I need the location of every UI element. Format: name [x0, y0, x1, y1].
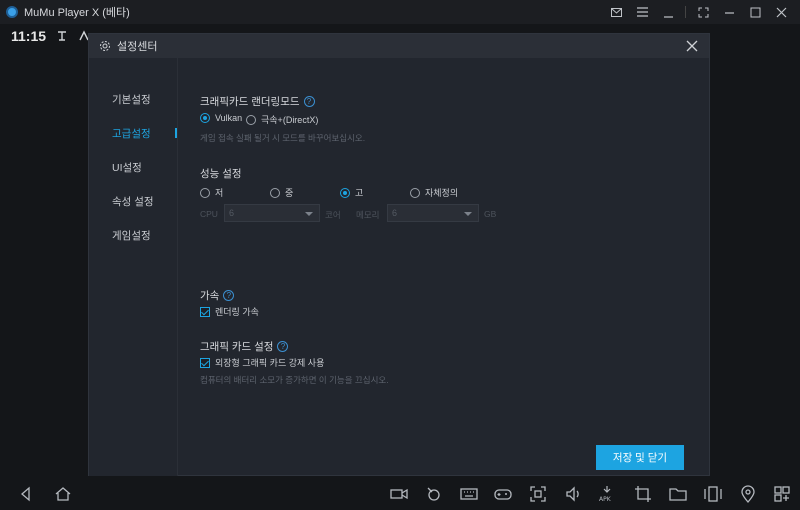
- accel-section: 가속 ?: [200, 288, 235, 303]
- sidebar-item-basic[interactable]: 기본설정: [112, 92, 151, 107]
- cpu-select-value: 6: [229, 208, 235, 218]
- mail-icon[interactable]: [603, 0, 629, 24]
- checkbox-box: [200, 357, 210, 368]
- radio-label: 자체정의: [425, 188, 459, 198]
- sidebar-item-game[interactable]: 게임설정: [112, 228, 151, 243]
- accel-title: 가속: [200, 290, 220, 302]
- dialog-close-icon[interactable]: [685, 39, 699, 53]
- cpu-select[interactable]: 6: [224, 204, 320, 222]
- settings-content: 크래픽카드 랜더링모드 ? Vulkan 극속+(DirectX) 게임 접속 …: [177, 58, 709, 476]
- app-logo-icon: [6, 6, 18, 18]
- expand-icon[interactable]: [690, 0, 716, 24]
- radio-dot: [200, 113, 210, 123]
- radio-vulkan[interactable]: Vulkan: [200, 113, 242, 123]
- radio-label: Vulkan: [215, 113, 243, 123]
- gamepad-icon[interactable]: [494, 485, 512, 503]
- more-icon[interactable]: [773, 485, 791, 503]
- maximize-icon[interactable]: [742, 0, 768, 24]
- status-clock: 11:15: [11, 28, 47, 44]
- crop-icon[interactable]: [634, 485, 652, 503]
- radio-dot: [410, 187, 420, 198]
- sidebar-item-properties[interactable]: 속성 설정: [112, 194, 154, 209]
- performance-section-title: 성능 설정: [200, 166, 242, 181]
- title-bar-controls: [603, 0, 794, 24]
- app-title: MuMu Player X (베타): [24, 7, 130, 19]
- close-icon[interactable]: [768, 0, 794, 24]
- apk-icon[interactable]: APK: [598, 485, 616, 503]
- graphics-section: 그래픽 카드 설정 ?: [200, 339, 289, 354]
- record-icon[interactable]: [390, 485, 408, 503]
- home-icon[interactable]: [54, 485, 72, 503]
- help-icon[interactable]: ?: [303, 96, 315, 107]
- radio-perf-custom[interactable]: 자체정의: [410, 186, 458, 199]
- external-gpu-checkbox[interactable]: 외장형 그래픽 카드 강제 사용: [200, 356, 324, 369]
- radio-directx[interactable]: 극속+(DirectX): [246, 113, 318, 126]
- location-icon[interactable]: [739, 485, 757, 503]
- checkbox-label: 외장형 그래픽 카드 강제 사용: [215, 358, 325, 368]
- radio-perf-high[interactable]: 고: [340, 186, 363, 199]
- back-icon[interactable]: [17, 485, 35, 503]
- notification-icon: [56, 30, 68, 42]
- settings-dialog: 설정센터 기본설정 고급설정 UI설정 속성 설정 게임설정 크래픽카드 랜더링…: [88, 33, 710, 476]
- screenshot-icon[interactable]: [529, 485, 547, 503]
- radio-label: 중: [285, 188, 294, 198]
- render-accel-checkbox[interactable]: 렌더링 가속: [200, 305, 259, 318]
- chevron-down-icon: [464, 212, 472, 216]
- bottom-toolbar: APK: [0, 478, 800, 510]
- radio-perf-medium[interactable]: 중: [270, 186, 293, 199]
- controller-icon[interactable]: [425, 485, 443, 503]
- radio-label: 극속+(DirectX): [261, 115, 319, 125]
- radio-label: 고: [355, 188, 364, 198]
- cpu-label: CPU: [200, 209, 218, 219]
- radio-dot: [270, 187, 280, 198]
- title-bar: MuMu Player X (베타): [0, 0, 800, 24]
- minimize-icon[interactable]: [655, 0, 681, 24]
- memory-select-value: 6: [392, 208, 398, 218]
- graphics-title: 그래픽 카드 설정: [200, 341, 274, 353]
- sidebar-item-ui[interactable]: UI설정: [112, 160, 142, 175]
- memory-select[interactable]: 6: [387, 204, 479, 222]
- volume-icon[interactable]: [564, 485, 582, 503]
- render-mode-section: 크래픽카드 랜더링모드 ?: [200, 94, 315, 109]
- minimize-window-icon[interactable]: [716, 0, 742, 24]
- svg-text:APK: APK: [599, 496, 612, 503]
- radio-dot: [200, 187, 210, 198]
- dialog-header: 설정센터: [89, 34, 709, 58]
- title-bar-divider: [685, 6, 686, 18]
- render-mode-hint: 게임 접속 실패 될거 시 모드를 바꾸어보십시오.: [200, 133, 366, 143]
- cpu-unit: 코어: [325, 210, 341, 220]
- help-icon[interactable]: ?: [277, 341, 289, 352]
- radio-perf-low[interactable]: 저: [200, 186, 223, 199]
- settings-icon[interactable]: [629, 0, 655, 24]
- radio-dot: [340, 187, 350, 198]
- graphics-hint: 컴퓨터의 배터리 소모가 증가하면 이 기능을 끄십시오.: [200, 375, 389, 385]
- render-mode-title: 크래픽카드 랜더링모드: [200, 96, 300, 108]
- keyboard-icon[interactable]: [460, 485, 478, 503]
- sidebar-item-advanced[interactable]: 고급설정: [112, 126, 151, 141]
- settings-sidebar: 기본설정 고급설정 UI설정 속성 설정 게임설정: [89, 58, 177, 476]
- gear-icon: [99, 40, 111, 52]
- dialog-title: 설정센터: [117, 41, 158, 53]
- chevron-down-icon: [305, 212, 313, 216]
- memory-unit: GB: [484, 209, 497, 219]
- checkbox-label: 렌더링 가속: [215, 307, 259, 317]
- help-icon[interactable]: ?: [223, 290, 235, 301]
- multi-instance-icon[interactable]: [704, 485, 722, 503]
- performance-title: 성능 설정: [200, 168, 242, 180]
- radio-label: 저: [215, 188, 224, 198]
- checkbox-box: [200, 306, 210, 317]
- memory-label: 메모리: [356, 210, 380, 220]
- save-and-close-button[interactable]: 저장 및 닫기: [596, 445, 684, 470]
- radio-dot: [246, 114, 256, 125]
- folder-icon[interactable]: [669, 485, 687, 503]
